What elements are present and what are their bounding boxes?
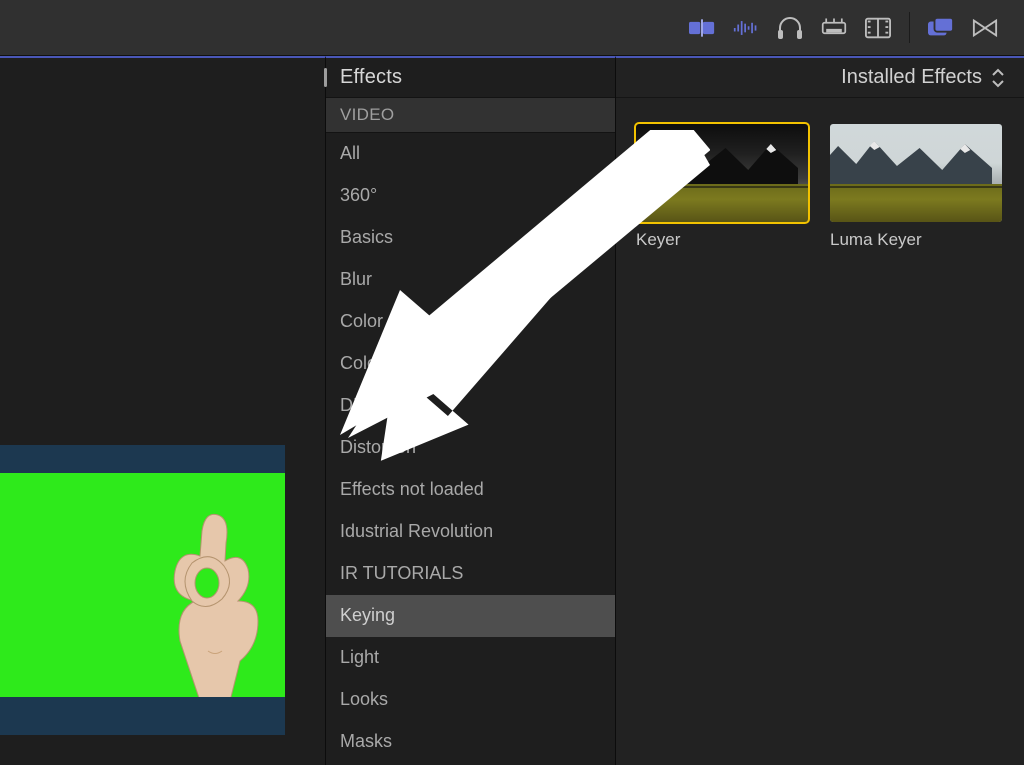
transitions-icon[interactable] — [972, 15, 998, 41]
category-item[interactable]: Looks — [326, 679, 615, 721]
sidebar-title: Effects — [326, 58, 615, 98]
category-item[interactable]: Idustrial Revolution — [326, 511, 615, 553]
audio-waveform-icon[interactable] — [733, 15, 759, 41]
category-item[interactable]: 360° — [326, 175, 615, 217]
category-section-header: VIDEO — [326, 98, 615, 133]
effects-grid: Keyer Luma Keyer — [616, 98, 1024, 276]
category-item[interactable]: Basics — [326, 217, 615, 259]
effect-thumbnail[interactable] — [830, 124, 1002, 222]
filmstrip-icon[interactable] — [865, 15, 891, 41]
category-item[interactable]: Masks — [326, 721, 615, 763]
category-list[interactable]: VIDEO All360°BasicsBlurColorColor Preset… — [326, 98, 615, 765]
category-item[interactable]: Distortion — [326, 427, 615, 469]
sidebar-handle[interactable] — [324, 68, 327, 87]
sidebar-title-label: Effects — [340, 66, 402, 89]
preview-pane — [0, 56, 326, 765]
enhancements-icon[interactable] — [689, 15, 715, 41]
effects-browser-icon[interactable] — [928, 15, 954, 41]
effect-label: Keyer — [636, 230, 808, 250]
effects-filter-dropdown[interactable]: Installed Effects — [841, 66, 1006, 89]
effect-label: Luma Keyer — [830, 230, 1002, 250]
titles-lower-third-icon[interactable] — [821, 15, 847, 41]
toolbar — [0, 0, 1024, 56]
category-item[interactable]: IR TUTORIALS — [326, 553, 615, 595]
effects-filter-label: Installed Effects — [841, 66, 982, 89]
greenscreen-frame — [0, 473, 285, 697]
effects-sidebar: Effects VIDEO All360°BasicsBlurColorColo… — [326, 56, 616, 765]
effect-item[interactable]: Luma Keyer — [830, 124, 1002, 250]
category-item[interactable]: Color Presets — [326, 343, 615, 385]
category-item[interactable]: DEH — [326, 385, 615, 427]
headphones-icon[interactable] — [777, 15, 803, 41]
category-item[interactable]: Color — [326, 301, 615, 343]
timeline-clip-preview[interactable] — [0, 445, 285, 735]
effects-browser: Installed Effects Keyer Luma Keyer — [616, 56, 1024, 765]
chevron-up-down-icon — [990, 67, 1006, 89]
category-item[interactable]: Light — [326, 637, 615, 679]
effect-item[interactable]: Keyer — [636, 124, 808, 250]
category-item[interactable]: Keying — [326, 595, 615, 637]
category-item[interactable]: All — [326, 133, 615, 175]
hand-ok-gesture — [130, 501, 270, 697]
effect-thumbnail[interactable] — [636, 124, 808, 222]
category-item[interactable]: Blur — [326, 259, 615, 301]
browser-header: Installed Effects — [616, 58, 1024, 98]
category-item[interactable]: Effects not loaded — [326, 469, 615, 511]
